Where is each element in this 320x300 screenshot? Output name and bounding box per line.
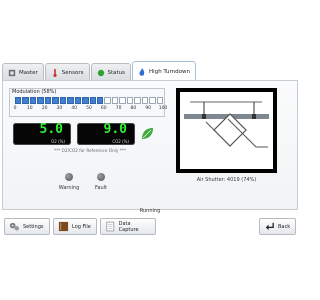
modulation-title: Modulation (58%)	[12, 89, 57, 95]
modulation-bar	[15, 97, 164, 104]
status-text: Running	[139, 208, 161, 214]
fault-indicator	[97, 173, 105, 181]
flame-icon	[139, 67, 145, 76]
tab-sensors-label: Sensors	[61, 69, 84, 76]
modulation-segment	[141, 97, 149, 104]
tab-sensors[interactable]: Sensors	[44, 63, 90, 81]
modulation-segment	[59, 97, 67, 104]
wrench-icon	[8, 69, 16, 76]
modulation-segment	[74, 97, 82, 104]
modulation-segment	[111, 97, 119, 104]
modulation-segment	[126, 97, 134, 104]
modulation-tick-label: 50	[86, 106, 92, 111]
settings-button[interactable]: Settings	[4, 218, 50, 235]
o2-value: 5.0	[39, 122, 63, 137]
modulation-segment	[37, 97, 44, 104]
modulation-segment	[15, 97, 22, 104]
log-file-label: Log File	[72, 223, 91, 230]
co2-display: 9.0 CO2 (%)	[77, 122, 135, 145]
leaf-icon	[142, 128, 153, 139]
modulation-segment	[82, 97, 89, 104]
tab-master-label: Master	[19, 69, 38, 76]
modulation-box: Modulation (58%) 0 10 20 30 40 50 60 70 80 90 100	[9, 88, 168, 117]
tab-status[interactable]: Status	[90, 63, 132, 81]
gears-icon	[9, 222, 19, 231]
modulation-segment	[67, 97, 74, 104]
modulation-segment	[134, 97, 141, 104]
tab-high-turndown-label: High Turndown	[149, 68, 190, 75]
back-arrow-icon	[265, 222, 274, 231]
air-shutter-label: Air Shutter: 4019 (74%)	[196, 177, 257, 183]
document-icon	[106, 221, 115, 232]
co2-value: 9.0	[103, 122, 127, 137]
warning-label: Warning	[58, 185, 80, 191]
tab-status-label: Status	[107, 69, 126, 76]
modulation-segment	[104, 97, 111, 104]
modulation-tick-label: 100	[158, 106, 168, 111]
co2-unit: CO2 (%)	[112, 139, 129, 144]
modulation-segment	[29, 97, 37, 104]
modulation-segment	[89, 97, 96, 104]
modulation-segment	[156, 97, 164, 104]
modulation-tick-label: 70	[115, 106, 122, 111]
data-capture-button[interactable]: Data Capture	[100, 218, 156, 235]
reference-note: *** O2/CO2 for Reference Only ***	[54, 148, 126, 153]
modulation-tick-label: 40	[71, 106, 78, 111]
o2-display: 5.0 O2 (%)	[13, 122, 71, 145]
back-label: Back	[278, 223, 291, 230]
modulation-tick-label: 60	[100, 106, 107, 111]
settings-label: Settings	[23, 223, 44, 230]
back-button[interactable]: Back	[259, 218, 296, 235]
modulation-segment	[96, 97, 104, 104]
warning-indicator	[65, 173, 73, 181]
modulation-tick-label: 80	[130, 106, 137, 111]
log-file-button[interactable]: Log File	[53, 218, 97, 235]
modulation-segment	[149, 97, 156, 104]
modulation-tick-label: 10	[26, 106, 33, 111]
thermometer-icon	[53, 68, 57, 77]
tab-high-turndown[interactable]: High Turndown	[132, 61, 196, 81]
modulation-segment	[44, 97, 52, 104]
modulation-segment	[119, 97, 126, 104]
o2-unit: O2 (%)	[51, 139, 65, 144]
modulation-tick-label: 90	[145, 106, 152, 111]
modulation-segment	[22, 97, 29, 104]
tab-master[interactable]: Master	[2, 63, 44, 81]
modulation-tick-label: 0	[13, 106, 17, 111]
tab-bar: Master Sensors Status High Turndown	[2, 61, 196, 81]
fault-label: Fault	[95, 185, 107, 191]
modulation-segment	[52, 97, 59, 104]
shutter-graphic	[184, 101, 269, 148]
data-capture-label: Data Capture	[118, 220, 139, 233]
air-shutter-diagram	[176, 88, 277, 173]
modulation-tick-label: 30	[56, 106, 63, 111]
book-icon	[58, 221, 69, 232]
modulation-tick-label: 20	[41, 106, 48, 111]
status-dot-icon	[97, 69, 104, 76]
